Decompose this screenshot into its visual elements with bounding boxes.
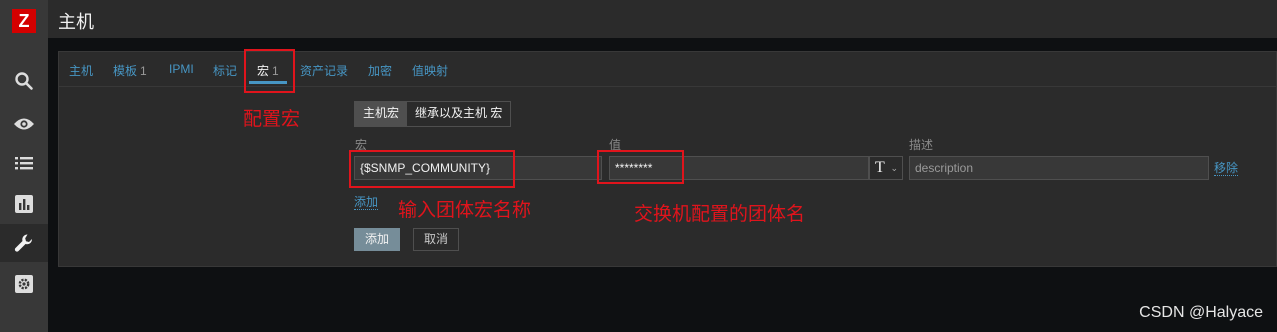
macro-scope-toggle: 主机宏 继承以及主机 宏 [354,101,512,127]
wrench-icon[interactable] [0,224,48,262]
inherited-macros-button[interactable]: 继承以及主机 宏 [407,102,511,126]
description-column-header: 描述 [909,138,934,152]
highlight-macro-name [349,150,515,188]
cancel-button[interactable]: 取消 [413,228,460,251]
chevron-down-icon: ⌄ [890,163,898,173]
search-icon[interactable] [0,62,48,100]
tab-value-mapping[interactable]: 值映射 [412,62,448,79]
eye-icon[interactable] [0,105,48,143]
value-type-dropdown[interactable]: T ⌄ [869,156,903,180]
tab-bar: 主机 模板 1 IPMI 标记 宏1 资产记录 加密 值映射 [59,52,1276,87]
highlight-macros-tab [244,49,295,93]
add-button[interactable]: 添加 [354,228,401,251]
add-macro-link[interactable]: 添加 [354,195,379,210]
list-icon[interactable] [0,144,48,182]
tab-host[interactable]: 主机 [69,62,93,79]
bar-chart-icon[interactable] [0,185,48,223]
tab-ipmi[interactable]: IPMI [169,62,194,76]
tab-tags[interactable]: 标记 [213,62,237,79]
macro-description-input[interactable]: description [909,156,1209,180]
gear-icon[interactable] [0,265,48,303]
page-title: 主机 [58,12,94,32]
tab-templates[interactable]: 模板 1 [113,62,147,79]
annotation-enter-macro-name: 输入团体宏名称 [398,200,532,221]
highlight-macro-value [597,150,684,184]
tab-inventory[interactable]: 资产记录 [300,62,348,79]
remove-macro-link[interactable]: 移除 [1214,161,1239,176]
host-macros-button[interactable]: 主机宏 [355,102,408,126]
annotation-switch-community: 交换机配置的团体名 [634,204,806,225]
zabbix-logo[interactable]: Z [12,9,36,33]
watermark: CSDN @Halyace [1139,304,1263,321]
annotation-configure-macro: 配置宏 [243,109,301,130]
tab-encryption[interactable]: 加密 [368,62,392,79]
text-type-icon: T [875,159,885,176]
page-header: 主机 [48,0,1277,38]
sidebar: Z [0,0,48,332]
